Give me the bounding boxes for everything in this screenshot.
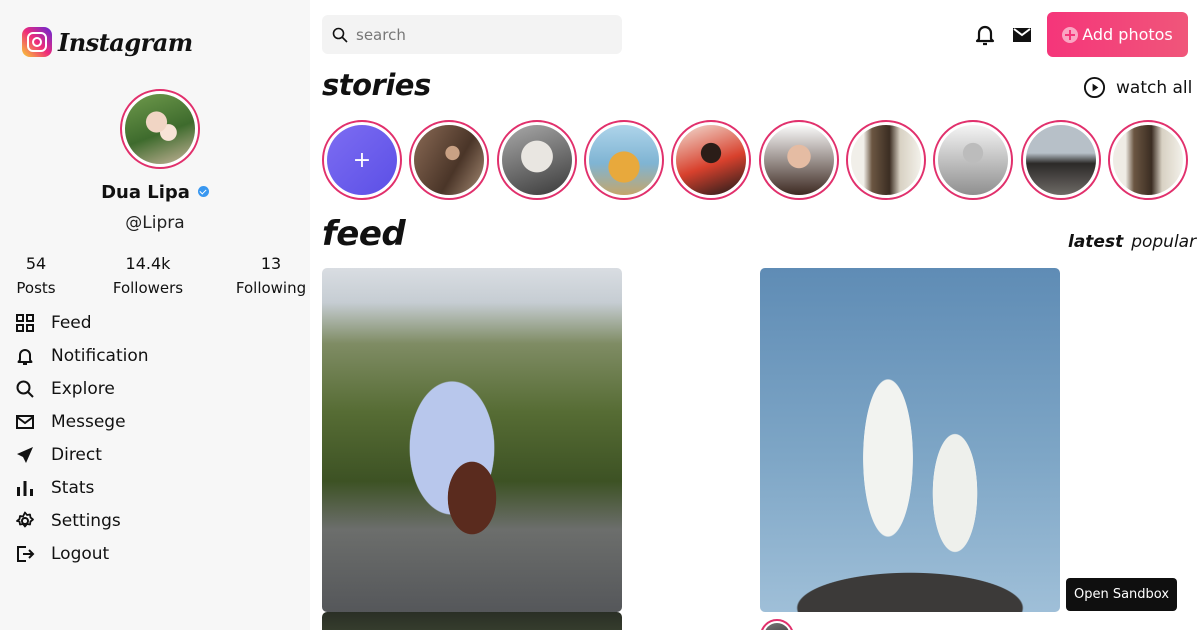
grid-icon: [14, 312, 36, 334]
sidebar-item-settings[interactable]: Settings: [14, 504, 149, 537]
profile-name-text: Dua Lipa: [101, 182, 190, 203]
stories-heading: stories: [322, 68, 431, 102]
story-image: [676, 125, 746, 195]
send-icon: [14, 444, 36, 466]
sidebar-item-message[interactable]: Messege: [14, 405, 149, 438]
story-avatar[interactable]: [584, 120, 664, 200]
stat-followers-value: 14.4k: [125, 254, 171, 273]
story-avatar[interactable]: [846, 120, 926, 200]
stat-followers[interactable]: 14.4k Followers: [110, 254, 186, 297]
notification-bell-icon[interactable]: [974, 23, 996, 47]
story-avatar[interactable]: [933, 120, 1013, 200]
sidebar-item-label: Settings: [51, 510, 121, 531]
story-image: [502, 125, 572, 195]
story-avatar[interactable]: [671, 120, 751, 200]
story-image: [764, 125, 834, 195]
story-image: [938, 125, 1008, 195]
sidebar-item-label: Explore: [51, 378, 115, 399]
story-avatar[interactable]: [1021, 120, 1101, 200]
watch-all-label: watch all: [1116, 77, 1193, 98]
sidebar-item-label: Logout: [51, 543, 110, 564]
inbox-mail-icon[interactable]: [1011, 23, 1033, 47]
stories-row: +: [322, 120, 1188, 200]
feed-tabs: latest popular: [1068, 232, 1196, 252]
mail-icon: [14, 411, 36, 433]
bar-chart-icon: [14, 477, 36, 499]
stat-followers-label: Followers: [112, 279, 184, 297]
add-story-button[interactable]: +: [322, 120, 402, 200]
feed-post-image[interactable]: [322, 268, 622, 612]
story-image: [414, 125, 484, 195]
sidebar-item-direct[interactable]: Direct: [14, 438, 149, 471]
add-photos-button[interactable]: Add photos: [1047, 12, 1188, 57]
search-icon: [14, 378, 36, 400]
sidebar-nav: Feed Notification Explore Messege Direct…: [14, 306, 149, 570]
sidebar-item-logout[interactable]: Logout: [14, 537, 149, 570]
story-avatar[interactable]: [1108, 120, 1188, 200]
verified-badge-icon: [197, 186, 209, 197]
tab-latest[interactable]: latest: [1068, 232, 1123, 252]
profile-avatar-image: [125, 94, 195, 164]
profile-stats: 54 Posts 14.4k Followers 13 Following: [0, 254, 310, 302]
sidebar-item-label: Feed: [51, 312, 92, 333]
sidebar-item-feed[interactable]: Feed: [14, 306, 149, 339]
feed-post-image[interactable]: [322, 612, 622, 630]
story-avatar[interactable]: [759, 120, 839, 200]
sidebar-item-label: Stats: [51, 477, 95, 498]
watch-all-link[interactable]: watch all: [1083, 76, 1192, 99]
sidebar-item-label: Messege: [51, 411, 126, 432]
story-image: [1026, 125, 1096, 195]
tab-popular[interactable]: popular: [1131, 232, 1196, 252]
play-circle-icon: [1083, 76, 1106, 99]
story-avatar[interactable]: [409, 120, 489, 200]
stat-following-value: 13: [260, 254, 282, 273]
search-input[interactable]: [356, 25, 606, 44]
stat-following-label: Following: [235, 279, 307, 297]
logout-icon: [14, 543, 36, 565]
post-author-avatar-image: [764, 623, 790, 630]
post-author-avatar[interactable]: [760, 619, 794, 630]
instagram-glyph-icon: [22, 27, 52, 57]
instagram-logo[interactable]: Instagram: [22, 27, 193, 57]
story-image: [1113, 125, 1183, 195]
feed-heading: feed: [322, 214, 406, 254]
sidebar-item-label: Notification: [51, 345, 149, 366]
sidebar-item-stats[interactable]: Stats: [14, 471, 149, 504]
feed-post-image[interactable]: [760, 268, 1060, 612]
story-image: [589, 125, 659, 195]
logo-wordmark: Instagram: [58, 27, 193, 57]
profile-handle: @Lipra: [125, 213, 185, 233]
search-bar[interactable]: [322, 15, 622, 54]
stat-posts-value: 54: [25, 254, 47, 273]
open-sandbox-button[interactable]: Open Sandbox: [1066, 578, 1177, 611]
stat-posts[interactable]: 54 Posts: [12, 254, 60, 297]
sidebar-item-explore[interactable]: Explore: [14, 372, 149, 405]
profile-avatar[interactable]: [120, 89, 200, 169]
plus-circle-icon: [1062, 26, 1079, 43]
sidebar: Instagram Dua Lipa @Lipra 54 Posts 14.4k…: [0, 0, 310, 630]
story-image: [851, 125, 921, 195]
gear-icon: [14, 510, 36, 532]
app-root: Instagram Dua Lipa @Lipra 54 Posts 14.4k…: [0, 0, 1200, 630]
profile-name: Dua Lipa: [0, 182, 310, 203]
stat-posts-label: Posts: [16, 279, 56, 297]
sidebar-item-notification[interactable]: Notification: [14, 339, 149, 372]
bell-icon: [14, 345, 36, 367]
story-avatar[interactable]: [497, 120, 577, 200]
add-story-plus-icon: +: [327, 125, 397, 195]
add-photos-label: Add photos: [1082, 25, 1173, 44]
sidebar-item-label: Direct: [51, 444, 102, 465]
search-icon: [332, 27, 348, 43]
stat-following[interactable]: 13 Following: [234, 254, 308, 297]
